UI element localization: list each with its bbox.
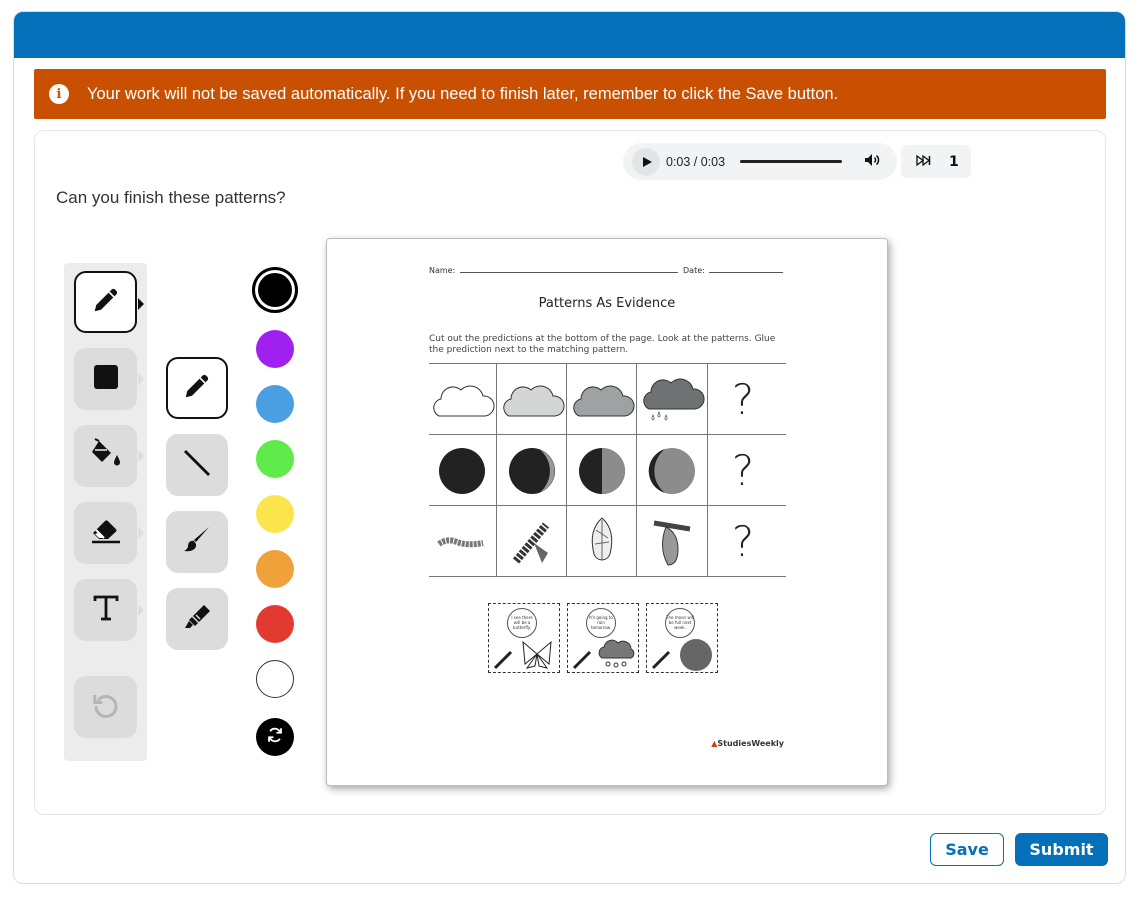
rain-cloud-image: [572, 639, 635, 670]
tool-caret-icon: [138, 298, 144, 310]
logo-text: StudiesWeekly: [717, 739, 784, 748]
brush-icon: [182, 525, 212, 559]
name-line: [459, 272, 678, 273]
chrysalis-image: [567, 506, 637, 577]
eraser-icon: [90, 517, 122, 549]
moon-image: [637, 435, 707, 506]
moon-image: [497, 435, 567, 506]
tool-panel: [64, 263, 147, 761]
tool-undo[interactable]: [74, 676, 137, 738]
highlighter-icon: [182, 602, 212, 636]
tool-fill[interactable]: [74, 425, 144, 487]
date-field: Date:: [683, 266, 784, 275]
info-icon: i: [49, 84, 69, 104]
top-bar: [14, 12, 1125, 58]
save-button[interactable]: Save: [930, 833, 1004, 866]
tool-caret-icon: [138, 604, 144, 616]
color-swatch[interactable]: [256, 495, 294, 533]
answer-cell: ?: [708, 435, 778, 506]
butterfly-pattern-row: ?: [429, 506, 786, 577]
subtool-highlighter[interactable]: [166, 588, 228, 650]
tool-text[interactable]: [74, 579, 144, 641]
volume-icon[interactable]: [864, 153, 880, 170]
worksheet-title: Patterns As Evidence: [538, 296, 676, 311]
date-label: Date:: [683, 266, 705, 275]
tool-caret-icon: [138, 527, 144, 539]
name-field: Name:: [429, 266, 678, 275]
tool-pencil[interactable]: [74, 271, 144, 333]
play-icon[interactable]: [632, 147, 660, 176]
tool-eraser[interactable]: [74, 502, 144, 564]
worksheet-instructions: Cut out the predictions at the bottom of…: [429, 334, 776, 355]
audio-player: 0:03 / 0:03: [623, 143, 897, 180]
question-text: Can you finish these patterns?: [56, 188, 286, 207]
moon-image: [427, 435, 497, 506]
prediction-cutout: It's going to rain tomorrow.: [567, 603, 639, 673]
studies-weekly-logo: ▲StudiesWeekly: [711, 739, 784, 748]
butterfly-image: [493, 640, 552, 670]
pencil-icon: [182, 371, 212, 405]
color-swatch[interactable]: [256, 440, 294, 478]
refresh-icon: [266, 726, 284, 748]
color-swatch[interactable]: [256, 605, 294, 643]
moon-pattern-row: ?: [429, 435, 786, 506]
date-line: [709, 272, 784, 273]
fast-forward-icon: [916, 154, 931, 170]
app-frame: i Your work will not be saved automatica…: [13, 11, 1126, 884]
color-swatch[interactable]: [256, 660, 294, 698]
question-mark: ?: [731, 375, 755, 424]
tool-shape[interactable]: [74, 348, 144, 410]
prediction-cutout: The moon will be full next week.: [646, 603, 718, 673]
submit-button[interactable]: Submit: [1015, 833, 1108, 866]
caterpillar-image: [427, 506, 497, 577]
line-icon: [182, 448, 212, 482]
cloud-image: [427, 364, 497, 435]
moon-image: [567, 435, 637, 506]
unsaved-warning-banner: i Your work will not be saved automatica…: [34, 69, 1106, 119]
paint-bucket-icon: [89, 438, 123, 474]
answer-cell: ?: [708, 506, 778, 577]
cloud-image: [567, 364, 637, 435]
cloud-pattern-row: ?: [429, 364, 786, 435]
tool-caret-icon: [138, 450, 144, 462]
worksheet-canvas[interactable]: Name: Date: Patterns As Evidence Cut out…: [326, 238, 888, 786]
color-swatch[interactable]: [252, 267, 298, 313]
full-moon-image: [651, 639, 712, 671]
audio-time: 0:03 / 0:03: [666, 154, 726, 169]
playback-speed-button[interactable]: 1: [901, 145, 971, 178]
playback-speed-value: 1: [949, 153, 959, 170]
audio-progress-slider[interactable]: [740, 160, 843, 163]
reset-colors-button[interactable]: [256, 718, 294, 756]
tool-caret-icon: [138, 373, 144, 385]
color-swatch[interactable]: [256, 550, 294, 588]
answer-cell: ?: [708, 364, 778, 435]
pencil-icon: [91, 285, 121, 319]
color-swatch[interactable]: [256, 330, 294, 368]
subtool-pencil[interactable]: [166, 357, 228, 419]
subtool-line[interactable]: [166, 434, 228, 496]
undo-icon: [91, 690, 121, 724]
question-card: 0:03 / 0:03 1 Can you finish these patte…: [34, 130, 1106, 815]
question-mark: ?: [731, 517, 755, 566]
banner-text: Your work will not be saved automaticall…: [87, 84, 839, 103]
pattern-grid: ? ? ?: [429, 363, 786, 577]
butterfly-on-branch-image: [637, 506, 707, 577]
name-label: Name:: [429, 266, 456, 275]
rain-cloud-image: [637, 364, 707, 435]
text-icon: [92, 594, 120, 626]
question-mark: ?: [731, 446, 755, 495]
caterpillar-on-leaf-image: [497, 506, 567, 577]
square-icon: [93, 364, 119, 394]
prediction-cutout: I see there will be a butterfly.: [488, 603, 560, 673]
cloud-image: [497, 364, 567, 435]
color-swatch[interactable]: [256, 385, 294, 423]
subtool-brush[interactable]: [166, 511, 228, 573]
